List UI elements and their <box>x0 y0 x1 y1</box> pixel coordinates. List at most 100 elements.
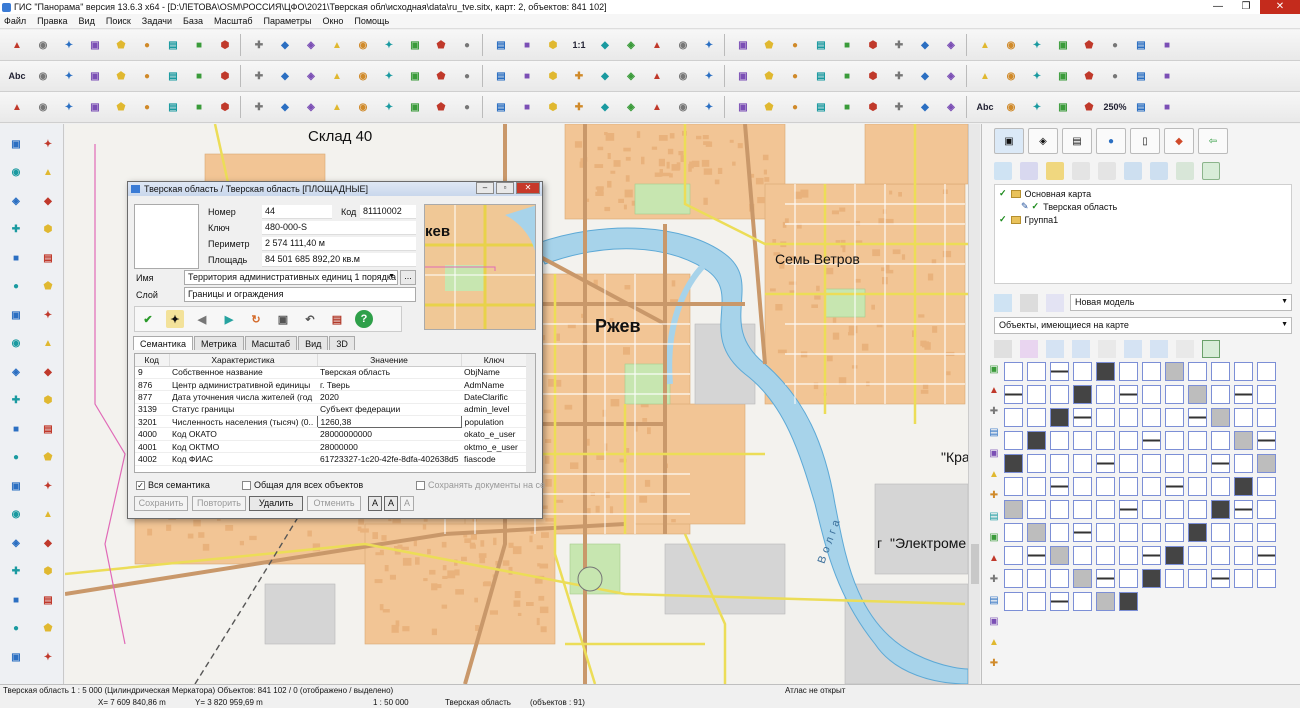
symbol-cell[interactable] <box>1211 477 1230 496</box>
text-tool-29-icon[interactable]: ⬟ <box>758 65 780 87</box>
cell-value[interactable]: г. Тверь <box>317 378 461 392</box>
edit-tool-32-icon[interactable]: ■ <box>836 96 858 118</box>
symbol-cell[interactable] <box>1211 431 1230 450</box>
menu-search[interactable]: Поиск <box>106 16 131 26</box>
cell-value[interactable]: 28000000000 <box>317 427 461 441</box>
left-tool-26-icon[interactable]: ✦ <box>36 474 60 498</box>
main-tool-16-icon[interactable]: ▣ <box>404 34 426 56</box>
main-tool-19-icon[interactable]: ▤ <box>490 34 512 56</box>
main-tool-43-icon[interactable]: ▤ <box>1130 34 1152 56</box>
text-tool-7-icon[interactable]: ▤ <box>162 65 184 87</box>
symbol-cell[interactable] <box>1211 362 1230 381</box>
table-row[interactable]: 3139 Статус границы Субъект федерации admin… <box>135 403 527 417</box>
edit-tool-26-icon[interactable]: ◉ <box>672 96 694 118</box>
menu-scale[interactable]: Масштаб <box>214 16 253 26</box>
text-tool-11-icon[interactable]: ◆ <box>274 65 296 87</box>
symbol-cell[interactable] <box>1234 546 1253 565</box>
left-tool-34-icon[interactable]: ▤ <box>36 588 60 612</box>
main-tool-29-icon[interactable]: ⬟ <box>758 34 780 56</box>
main-tool-7-icon[interactable]: ▤ <box>162 34 184 56</box>
palette-tool-4-icon[interactable] <box>1072 340 1090 358</box>
symbol-cell[interactable] <box>1027 362 1046 381</box>
edit-tool-1-icon[interactable]: ▲ <box>6 96 28 118</box>
object-type-9-icon[interactable]: ▣ <box>988 532 1000 544</box>
object-type-1-icon[interactable]: ▣ <box>988 364 1000 376</box>
edit-tool-9-icon[interactable]: ⬢ <box>214 96 236 118</box>
symbol-cell[interactable] <box>1004 408 1023 427</box>
menu-edit[interactable]: Правка <box>37 16 67 26</box>
text-tool-15-icon[interactable]: ✦ <box>378 65 400 87</box>
remove-icon[interactable] <box>1098 162 1116 180</box>
left-tool-10-icon[interactable]: ▤ <box>36 246 60 270</box>
cell-value[interactable]: Субъект федерации <box>317 403 461 417</box>
text-tool-40-icon[interactable]: ▣ <box>1052 65 1074 87</box>
symbol-cell[interactable] <box>1119 385 1138 404</box>
main-tool-26-icon[interactable]: ◉ <box>672 34 694 56</box>
symbol-cell[interactable] <box>1027 477 1046 496</box>
symbol-cell[interactable] <box>1096 385 1115 404</box>
symbol-cell[interactable] <box>1211 569 1230 588</box>
symbol-cell[interactable] <box>1211 454 1230 473</box>
main-tool-6-icon[interactable]: ● <box>136 34 158 56</box>
palette-tool-1-icon[interactable] <box>994 340 1012 358</box>
left-tool-35-icon[interactable]: ● <box>4 617 28 641</box>
menu-parameters[interactable]: Параметры <box>263 16 311 26</box>
symbol-cell[interactable] <box>1004 431 1023 450</box>
symbol-cell[interactable] <box>1257 546 1276 565</box>
main-tool-35-icon[interactable]: ◆ <box>914 34 936 56</box>
menu-file[interactable]: Файл <box>4 16 26 26</box>
left-tool-32-icon[interactable]: ⬢ <box>36 560 60 584</box>
delete-button[interactable]: Удалить <box>249 496 303 511</box>
panel-tab-exit-icon[interactable]: ⇦ <box>1198 128 1228 154</box>
left-tool-20-icon[interactable]: ⬢ <box>36 389 60 413</box>
document-icon[interactable]: ▤ <box>328 310 346 328</box>
object-type-14-icon[interactable]: ▲ <box>988 637 1000 649</box>
left-tool-17-icon[interactable]: ◈ <box>4 360 28 384</box>
dialog-close-button[interactable]: ✕ <box>516 182 540 194</box>
palette-tool-2-icon[interactable] <box>1020 340 1038 358</box>
edit-tool-24-icon[interactable]: ◈ <box>620 96 642 118</box>
text-tool-8-icon[interactable]: ■ <box>188 65 210 87</box>
symbol-cell[interactable] <box>1004 546 1023 565</box>
main-tool-13-icon[interactable]: ▲ <box>326 34 348 56</box>
text-tool-4-icon[interactable]: ▣ <box>84 65 106 87</box>
text-tool-19-icon[interactable]: ▤ <box>490 65 512 87</box>
col-header-value[interactable]: Значение <box>317 354 462 367</box>
text-tool-35-icon[interactable]: ◆ <box>914 65 936 87</box>
panel-tab-legend-icon[interactable]: ◈ <box>1028 128 1058 154</box>
symbol-cell[interactable] <box>1119 500 1138 519</box>
palette-tool-6-icon[interactable] <box>1124 340 1142 358</box>
maximize-button[interactable]: ❐ <box>1232 0 1260 14</box>
tab-scale[interactable]: Масштаб <box>244 336 298 350</box>
help-icon[interactable]: ? <box>355 310 373 328</box>
text-tool-25-icon[interactable]: ▲ <box>646 65 668 87</box>
edit-tool-25-icon[interactable]: ▲ <box>646 96 668 118</box>
edit-tool-10-icon[interactable]: ✚ <box>248 96 270 118</box>
left-tool-29-icon[interactable]: ◈ <box>4 531 28 555</box>
symbol-cell[interactable] <box>1142 523 1161 542</box>
symbol-cell[interactable] <box>1073 385 1092 404</box>
main-tool-1-icon[interactable]: ▲ <box>6 34 28 56</box>
edit-tool-42-icon[interactable]: 250% <box>1103 96 1126 118</box>
symbol-cell[interactable] <box>1096 500 1115 519</box>
symbol-cell[interactable] <box>1050 500 1069 519</box>
left-tool-38-icon[interactable]: ✦ <box>36 645 60 669</box>
main-tool-39-icon[interactable]: ✦ <box>1026 34 1048 56</box>
cell-value[interactable]: 2020 <box>317 390 461 404</box>
edit-tool-43-icon[interactable]: ▤ <box>1130 96 1152 118</box>
text-tool-17-icon[interactable]: ⬟ <box>430 65 452 87</box>
symbol-cell[interactable] <box>1257 477 1276 496</box>
symbol-cell[interactable] <box>1211 546 1230 565</box>
left-tool-27-icon[interactable]: ◉ <box>4 503 28 527</box>
main-tool-18-icon[interactable]: ● <box>456 34 478 56</box>
text-tool-41-icon[interactable]: ⬟ <box>1078 65 1100 87</box>
symbol-cell[interactable] <box>1050 592 1069 611</box>
main-tool-17-icon[interactable]: ⬟ <box>430 34 452 56</box>
table-row[interactable]: 877 Дата уточнения числа жителей (год 2020… <box>135 390 527 404</box>
menu-tasks[interactable]: Задачи <box>142 16 172 26</box>
text-tool-14-icon[interactable]: ◉ <box>352 65 374 87</box>
text-tool-34-icon[interactable]: ✚ <box>888 65 910 87</box>
symbol-cell[interactable] <box>1027 385 1046 404</box>
main-tool-42-icon[interactable]: ● <box>1104 34 1126 56</box>
symbol-cell[interactable] <box>1142 385 1161 404</box>
